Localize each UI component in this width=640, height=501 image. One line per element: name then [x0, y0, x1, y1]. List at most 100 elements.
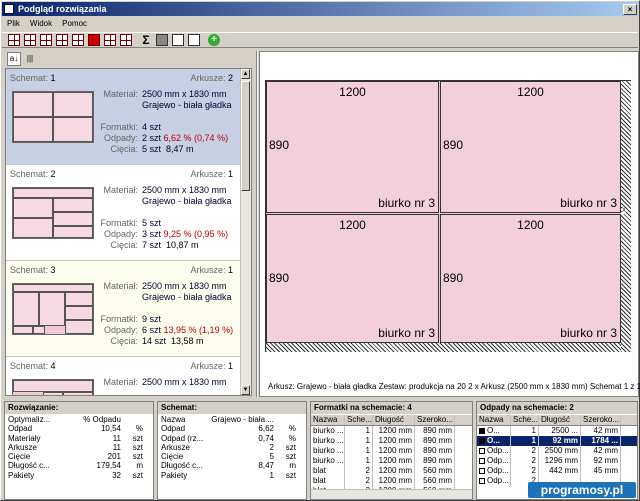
table-cell: 890 mm [415, 446, 455, 456]
scheme-list-scrollbar[interactable]: ▲ ▼ [240, 69, 251, 395]
checkbox[interactable] [479, 467, 485, 474]
checkbox[interactable] [479, 437, 485, 444]
table-row[interactable]: Odp... 2 442 mm 45 mm [477, 466, 637, 476]
scroll-up-icon[interactable]: ▲ [241, 69, 250, 79]
table-row[interactable]: biurko ... 1 1200 mm 890 mm [311, 446, 472, 456]
panel-name: biurko nr 3 [560, 326, 617, 340]
table-row[interactable]: O... 1 92 mm 1784 ... [477, 436, 637, 446]
table-row[interactable]: blat21200 mm560 mm [311, 476, 472, 486]
column-header[interactable]: Szeroko... [415, 415, 455, 425]
column-header[interactable]: Długość [373, 415, 415, 425]
layout-grid-icon-5[interactable] [72, 34, 84, 46]
property-row[interactable]: Odpad (rz... 0,74% [158, 434, 306, 443]
panel-1[interactable]: 1200 890 biurko nr 3 [266, 81, 439, 213]
checkbox[interactable] [479, 447, 485, 454]
property-row[interactable]: Optymaliz... % Odpadu [5, 415, 153, 424]
layout-grid-icon-4[interactable] [56, 34, 68, 46]
scheme-item[interactable]: Schemat: 4 Arkusze: 1 Materiał: 2500 mm x 1… [6, 357, 241, 395]
table-row[interactable]: Odp... 2 2500 mm 42 mm [477, 446, 637, 456]
scheme-info: Materiał: 2500 mm x 1830 mm Grajewo - biał… [100, 185, 238, 251]
layout-grid-icon-7[interactable] [120, 34, 132, 46]
column-header[interactable]: Nazwa [311, 415, 345, 425]
property-row[interactable]: Cięcie 5 szt [158, 452, 306, 461]
formatki-value: 4 szt [142, 122, 162, 132]
scheme-item[interactable]: Schemat: 3 Arkusze: 1 Materiał: 2500 mm x 1… [6, 261, 241, 357]
table-row[interactable]: biurko ... 1 1200 mm 890 mm [311, 436, 472, 446]
property-row[interactable]: Pakiety 1 szt [158, 471, 306, 480]
checkbox[interactable] [479, 477, 485, 484]
property-row[interactable]: Arkusze 11 szt [5, 443, 153, 452]
property-row[interactable]: Arkusze 2 szt [158, 443, 306, 452]
checkbox[interactable] [479, 427, 485, 434]
splitter[interactable] [256, 51, 258, 397]
property-row[interactable]: Odpad 6,62% [158, 424, 306, 433]
layout-grid-icon-6[interactable] [104, 34, 116, 46]
column-header[interactable]: Sche... [345, 415, 373, 425]
export-icon[interactable] [188, 34, 200, 46]
column-header[interactable]: Szeroko... [581, 415, 621, 425]
print-icon[interactable] [156, 34, 168, 46]
close-button[interactable]: × [623, 4, 637, 15]
material-label: Materiał: [103, 89, 138, 99]
property-key: Optymaliz... [8, 415, 51, 424]
ciecia-value: 14 szt [142, 336, 167, 346]
property-key: Cięcie [161, 452, 184, 462]
panel-3[interactable]: 1200 890 biurko nr 3 [266, 214, 439, 343]
column-header[interactable]: Nazwa [477, 415, 511, 425]
table-cell: 42 mm [581, 446, 621, 456]
sum-icon[interactable]: Σ [140, 34, 152, 46]
print-preview-icon[interactable] [172, 34, 184, 46]
add-icon[interactable]: + [208, 34, 220, 46]
scheme-thumbnail [12, 91, 94, 143]
panel-4[interactable]: 1200 890 biurko nr 3 [440, 214, 621, 343]
property-row[interactable]: Cięcie 201 szt [5, 452, 153, 461]
table-row[interactable]: biurko ... 1 1200 mm 890 mm [311, 456, 472, 466]
bars-icon[interactable]: ||| [23, 52, 37, 66]
fill-icon[interactable] [88, 34, 100, 46]
sort-icon[interactable]: a↓ [7, 52, 21, 66]
property-key: Arkusze [8, 442, 37, 452]
table-cell: biurko ... [313, 426, 345, 436]
table-row[interactable]: Odp... 2 1296 mm 92 mm [477, 456, 637, 466]
formatki-scrollbar[interactable] [311, 489, 472, 499]
checkbox[interactable] [479, 457, 485, 464]
table-header: Nazwa Sche... Długość Szeroko... [311, 415, 472, 426]
property-row[interactable]: Pakiety 32 szt [5, 471, 153, 480]
scroll-down-icon[interactable]: ▼ [241, 385, 250, 395]
property-key: Odpad [161, 424, 186, 434]
scroll-thumb[interactable] [241, 81, 250, 191]
column-header[interactable]: Sche... [511, 415, 539, 425]
panel-name: biurko nr 3 [560, 196, 617, 210]
layout-grid-icon-1[interactable] [8, 34, 20, 46]
panel-2[interactable]: 1200 890 biurko nr 3 [440, 81, 621, 213]
table-row[interactable]: biurko ... 1 1200 mm 890 mm [311, 426, 472, 436]
scheme-sheets: Arkusze: 2 [190, 73, 233, 83]
scheme-list[interactable]: Schemat: 1 Arkusze: 2 Materiał: 2500 mm x 1… [5, 68, 252, 396]
menu-widok[interactable]: Widok [25, 17, 57, 31]
property-row[interactable]: Odpad 10,54% [5, 424, 153, 433]
menu-plik[interactable]: Plik [2, 17, 25, 31]
table-cell: 45 mm [581, 466, 621, 476]
scheme-title: Schemat: 2 [10, 169, 56, 179]
property-row[interactable]: Długość c... 8,47 m [158, 461, 306, 470]
material-size: 2500 mm x 1830 mm [142, 185, 227, 195]
sheet-drawing: 1200 890 biurko nr 3 1200 890 biurko nr … [265, 80, 631, 352]
title-bar[interactable]: Podgląd rozwiązania × [2, 2, 638, 16]
table-cell: 442 mm [539, 466, 581, 476]
scheme-item[interactable]: Schemat: 1 Arkusze: 2 Materiał: 2500 mm x 1… [6, 69, 241, 165]
table-row[interactable]: blat21200 mm560 mm [311, 466, 472, 476]
property-row[interactable]: Materiały 11 szt [5, 434, 153, 443]
layout-grid-icon-3[interactable] [40, 34, 52, 46]
property-row[interactable]: Nazwa Grajewo - biała ... [158, 415, 306, 424]
column-header[interactable]: Długość [539, 415, 581, 425]
property-row[interactable]: Długość c... 179,54 m [5, 461, 153, 470]
property-key: Nazwa [161, 415, 186, 424]
menu-pomoc[interactable]: Pomoc [57, 17, 92, 31]
panel-height: 890 [443, 138, 464, 152]
thumbnail-panel [13, 218, 53, 238]
scheme-item[interactable]: Schemat: 2 Arkusze: 1 Materiał: 2500 mm x 1… [6, 165, 241, 261]
layout-grid-icon-2[interactable] [24, 34, 36, 46]
table-row[interactable]: O... 1 2500 ... 42 mm [477, 426, 637, 436]
table-cell: 1 [345, 456, 373, 466]
table-cell: 1 [345, 446, 373, 456]
